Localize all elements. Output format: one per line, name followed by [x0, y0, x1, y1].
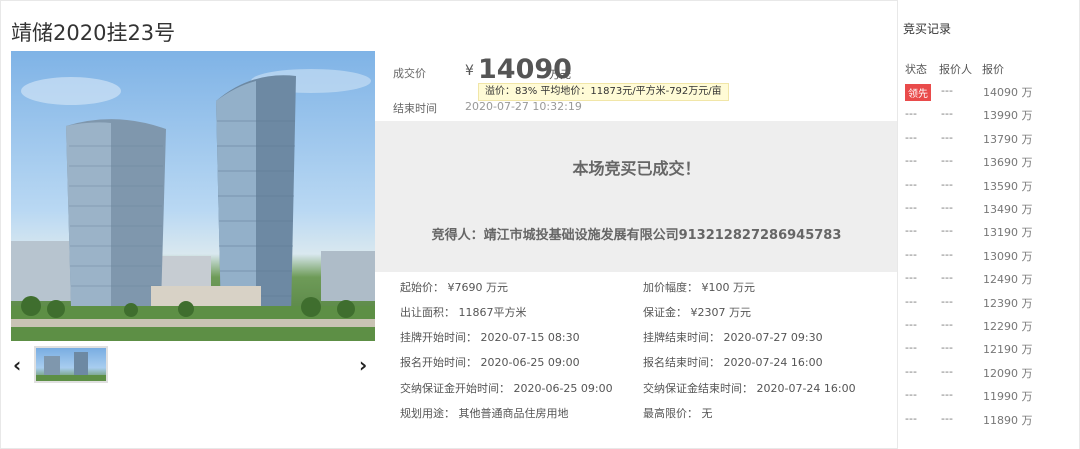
- bid-bidder: ---: [941, 294, 953, 308]
- bid-increment: 加价幅度： ¥100 万元: [643, 281, 755, 294]
- bid-bidder: ---: [941, 388, 953, 402]
- gallery-prev-button[interactable]: ‹: [13, 353, 21, 377]
- bid-row: --- --- 13690 万: [898, 154, 1080, 177]
- bid-row: --- --- 12290 万: [898, 318, 1080, 341]
- bid-status: ---: [905, 364, 917, 378]
- lot-photo: [11, 51, 375, 341]
- bid-status: ---: [905, 177, 917, 191]
- bid-row: --- --- 13990 万: [898, 107, 1080, 130]
- auction-page: 靖储2020挂23号 ‹ › 成交价 ¥ 14090 万元 结束时间 2020-…: [0, 0, 1080, 449]
- bid-price: 14090 万: [983, 86, 1033, 99]
- bid-bidder: ---: [941, 318, 953, 331]
- bid-bidder: ---: [941, 201, 953, 214]
- bid-bidder: ---: [941, 247, 953, 261]
- bid-status: ---: [905, 224, 917, 238]
- bid-price: 13690 万: [983, 156, 1033, 170]
- bid-price: 12490 万: [983, 273, 1033, 287]
- end-time-value: 2020-07-27 10:32:19: [465, 100, 582, 113]
- bid-price: 12390 万: [983, 296, 1033, 310]
- bid-bidder: ---: [941, 224, 953, 238]
- result-headline: 本场竞买已成交！: [572, 159, 701, 178]
- bid-header-price: 报价: [982, 63, 1004, 76]
- bid-price: 13490 万: [983, 203, 1033, 216]
- bid-price: 13790 万: [983, 132, 1033, 146]
- bid-bidder: ---: [941, 411, 953, 425]
- bid-header-bidder: 报价人: [939, 63, 972, 76]
- bid-bidder: ---: [941, 130, 953, 144]
- lot-panel: 靖储2020挂23号 ‹ › 成交价 ¥ 14090 万元 结束时间 2020-…: [0, 0, 898, 449]
- listing-start-time: 挂牌开始时间： 2020-07-15 08:30: [400, 331, 580, 344]
- bid-row: --- --- 13490 万: [898, 201, 1080, 224]
- bid-status: ---: [905, 411, 917, 425]
- bid-bidder: ---: [941, 84, 953, 97]
- bid-row: --- --- 11890 万: [898, 412, 1080, 435]
- bid-row: --- --- 12390 万: [898, 295, 1080, 318]
- land-area: 出让面积： 11867平方米: [400, 306, 527, 319]
- price-label: 成交价: [393, 67, 426, 80]
- bid-row: --- --- 11990 万: [898, 388, 1080, 411]
- bid-row: --- --- 13090 万: [898, 248, 1080, 271]
- bid-status: ---: [905, 318, 917, 331]
- price-limit: 最高限价： 无: [643, 407, 713, 420]
- bid-price: 11990 万: [983, 390, 1033, 404]
- bid-record-panel: 竞买记录 状态 报价人 报价 领先 --- 14090 万 --- --- 13990 万…: [897, 0, 1080, 449]
- signup-end-time: 报名结束时间： 2020-07-24 16:00: [643, 356, 823, 369]
- bid-record-title: 竞买记录: [903, 22, 952, 36]
- bid-bidder: ---: [941, 341, 953, 355]
- bid-price: 13190 万: [983, 226, 1033, 240]
- bid-price: 13990 万: [983, 109, 1033, 123]
- bid-status: ---: [905, 271, 917, 285]
- bid-bidder: ---: [941, 177, 953, 191]
- bid-status: ---: [905, 130, 917, 144]
- bid-row: --- --- 13590 万: [898, 178, 1080, 201]
- bid-row: --- --- 13790 万: [898, 131, 1080, 154]
- bid-status: ---: [905, 294, 917, 308]
- bid-bidder: ---: [941, 364, 953, 378]
- bid-row: --- --- 12190 万: [898, 341, 1080, 364]
- bid-row: --- --- 12490 万: [898, 271, 1080, 294]
- price-unit: 万元: [549, 68, 571, 81]
- planned-usage: 规划用途： 其他普通商品住房用地: [400, 407, 569, 420]
- bid-price: 11890 万: [983, 413, 1033, 427]
- bid-status: ---: [905, 201, 917, 214]
- bid-status: ---: [905, 154, 917, 168]
- premium-tooltip: 溢价：83% 平均地价：11873元/平方米-792万元/亩: [478, 83, 729, 101]
- gallery-next-button[interactable]: ›: [359, 353, 367, 377]
- end-time-label: 结束时间: [393, 102, 437, 115]
- lead-badge: 领先: [905, 84, 931, 101]
- signup-start-time: 报名开始时间： 2020-06-25 09:00: [400, 356, 580, 369]
- bid-row: --- --- 12090 万: [898, 365, 1080, 388]
- bid-row: 领先 --- 14090 万: [898, 84, 1080, 107]
- bid-price: 12290 万: [983, 320, 1033, 333]
- bid-status: ---: [905, 388, 917, 402]
- bid-status: ---: [905, 107, 917, 121]
- start-price: 起始价： ¥7690 万元: [400, 281, 508, 294]
- bid-price: 13590 万: [983, 179, 1033, 193]
- gallery-thumbnail[interactable]: [34, 346, 108, 383]
- deposit-start-time: 交纳保证金开始时间： 2020-06-25 09:00: [400, 382, 613, 395]
- bid-bidder: ---: [941, 154, 953, 168]
- deposit-end-time: 交纳保证金结束时间： 2020-07-24 16:00: [643, 382, 856, 395]
- bid-bidder: ---: [941, 271, 953, 285]
- currency-symbol: ¥: [465, 63, 474, 79]
- lot-title: 靖储2020挂23号: [11, 21, 176, 45]
- bid-price: 12090 万: [983, 366, 1033, 380]
- bid-status: ---: [905, 247, 917, 261]
- listing-end-time: 挂牌结束时间： 2020-07-27 09:30: [643, 331, 823, 344]
- result-banner: 本场竞买已成交！ 竞得人：靖江市城投基础设施发展有限公司913212827286…: [375, 121, 898, 272]
- deposit: 保证金： ¥2307 万元: [643, 306, 751, 319]
- winner-info: 竞得人：靖江市城投基础设施发展有限公司913212827286945783: [431, 228, 842, 243]
- bid-row: --- --- 13190 万: [898, 224, 1080, 247]
- bid-price: 12190 万: [983, 343, 1033, 357]
- bid-status: ---: [905, 341, 917, 355]
- bid-header-status: 状态: [905, 63, 927, 76]
- bid-bidder: ---: [941, 107, 953, 121]
- bid-price: 13090 万: [983, 249, 1033, 263]
